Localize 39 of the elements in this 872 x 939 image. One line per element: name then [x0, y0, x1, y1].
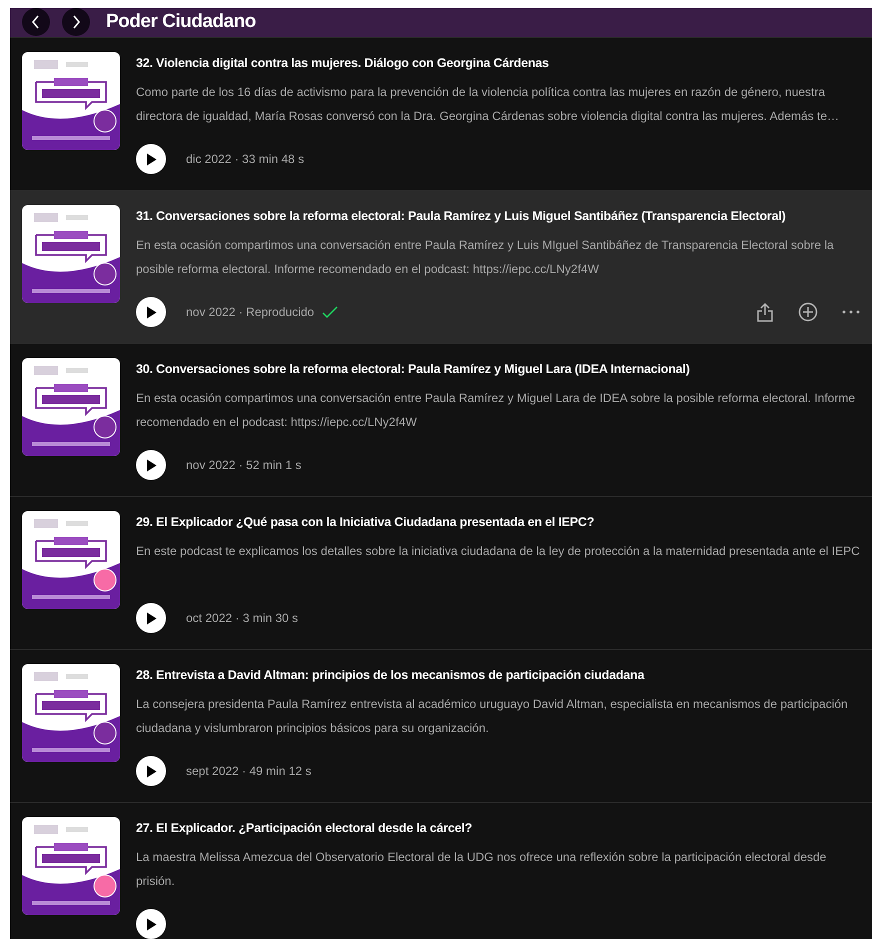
episode-title[interactable]: 29. El Explicador ¿Qué pasa con la Iniciativa Ciudadana presentada en el IEPC?	[136, 512, 864, 532]
episode-title[interactable]: 28. Entrevista a David Altman: principios de los mecanismos de participación ciudadana	[136, 666, 864, 684]
episode-title[interactable]: 30. Conversaciones sobre la reforma electoral: Paula Ramírez y Miguel Lara (IDEA Internacional)	[136, 360, 864, 378]
episode-row[interactable]: 27. El Explicador. ¿Participación electoral desde la cárcel? La maestra Melissa Amezcua del Observatorio Electoral de la UDG nos ofrece una reflexión sobre la participación electoral desde prisión.	[10, 802, 872, 939]
episode-meta: dic 2022 · 33 min 48 s	[186, 151, 304, 168]
back-button[interactable]	[22, 8, 50, 36]
play-icon	[145, 458, 157, 472]
episode-description: Como parte de los 16 días de activismo para la prevención de la violencia política contra las mujeres en razón de género, nuestra directora de igualdad, María Rosas conversó con la Dra. Georgina Cárdenas sobre violencia digital contra las mujeres. Además te…	[136, 84, 840, 126]
play-icon	[145, 152, 157, 166]
play-icon	[145, 764, 157, 778]
page-title: Poder Ciudadano	[106, 10, 256, 34]
play-icon	[145, 918, 157, 931]
forward-button[interactable]	[62, 8, 90, 36]
more-icon[interactable]	[842, 310, 860, 314]
episode-meta: nov 2022 · Reproducido	[186, 304, 314, 322]
episode-meta: oct 2022 · 3 min 30 s	[186, 610, 298, 628]
episode-description: En este podcast te explicamos los detalles sobre la iniciativa ciudadana de la ley de protección a la maternidad presentada ante el IEPC	[136, 543, 861, 560]
play-button[interactable]	[136, 603, 166, 634]
episode-description: La maestra Melissa Amezcua del Observatorio Electoral de la UDG nos ofrece una reflexión sobre la participación electoral desde prisión.	[136, 849, 828, 890]
play-button[interactable]	[136, 756, 166, 786]
episode-title[interactable]: 32. Violencia digital contra las mujeres. Diálogo con Georgina Cárdenas	[136, 54, 864, 72]
episode-description: En esta ocasión compartimos una conversación entre Paula Ramírez y Miguel Lara de IDEA sobre la posible reforma electoral. Informe recomendado en el podcast: https://iepc.cc/LNy2f4W	[136, 390, 856, 432]
episode-description: La consejera presidenta Paula Ramírez entrevista al académico uruguayo David Altman, especialista en mecanismos de participación ciudadana y vislumbraron principios básicos para su organización.	[136, 696, 849, 738]
add-icon[interactable]	[798, 302, 818, 322]
episode-description: En esta ocasión compartimos una conversación entre Paula Ramírez y Luis MIguel Santibáñez de Transparencia Electoral sobre la posible reforma electoral. Informe recomendado en el podcast: https://iepc.cc/LNy2f4W	[136, 237, 835, 278]
episode-row[interactable]	[10, 190, 872, 342]
episode-title[interactable]: 31. Conversaciones sobre la reforma electoral: Paula Ramírez y Luis Miguel Santibáñez (Transparencia Electoral)	[136, 206, 864, 226]
play-button[interactable]	[136, 297, 166, 328]
chevron-right-icon	[71, 15, 81, 30]
play-button[interactable]	[136, 144, 166, 174]
chevron-left-icon	[31, 15, 41, 30]
play-button[interactable]	[136, 450, 166, 480]
play-button[interactable]	[136, 909, 166, 939]
episode-title[interactable]: 27. El Explicador. ¿Participación electoral desde la cárcel?	[136, 818, 864, 838]
episode-meta: nov 2022 · 52 min 1 s	[186, 457, 302, 474]
play-icon	[145, 612, 157, 625]
share-icon[interactable]	[756, 302, 774, 322]
play-icon	[145, 306, 157, 319]
episode-meta: sept 2022 · 49 min 12 s	[186, 763, 312, 780]
